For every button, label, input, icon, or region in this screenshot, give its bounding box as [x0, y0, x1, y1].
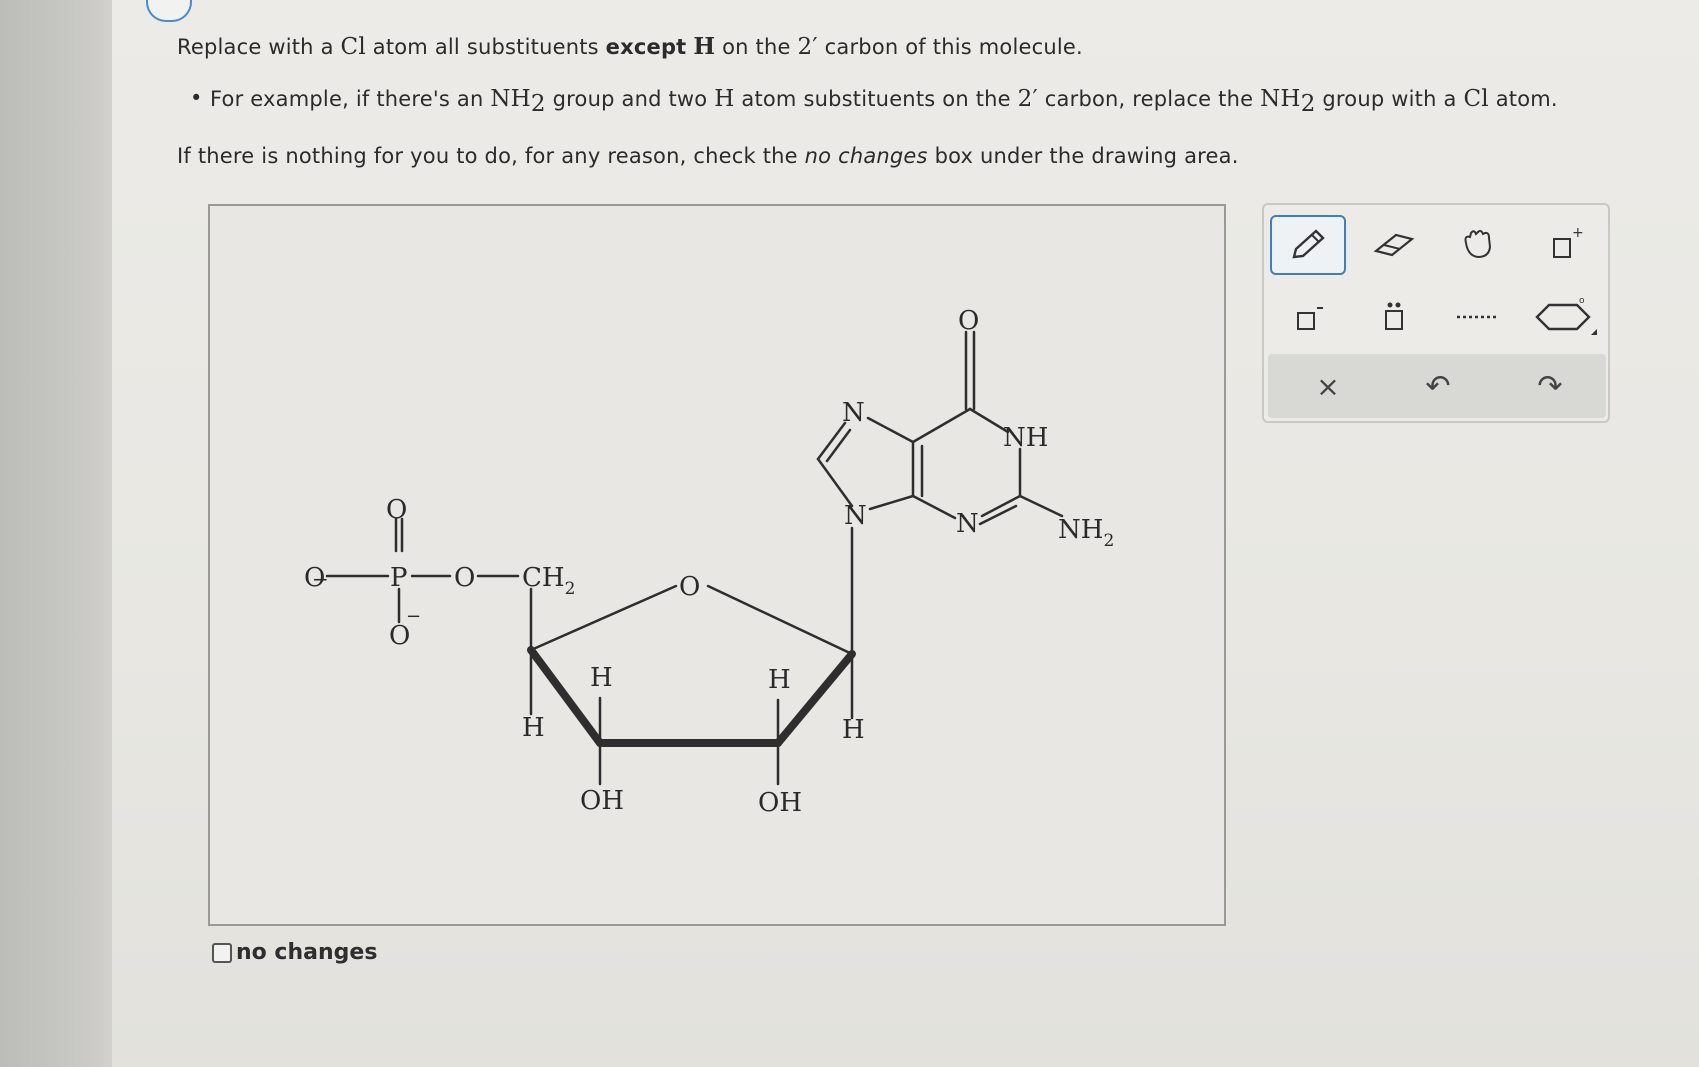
lone-pair-icon [1385, 302, 1403, 330]
ring-oxygen[interactable]: O [679, 572, 700, 602]
clear-button[interactable]: × [1290, 356, 1366, 416]
phosphate-oxygen-left[interactable]: O [304, 563, 325, 593]
charge-plus-button[interactable]: + [1526, 215, 1602, 275]
c3-hydroxyl[interactable]: OH [580, 786, 624, 816]
drawing-toolbar: + o × ↶ ↷ [1262, 203, 1610, 423]
charge-label: − [406, 606, 421, 627]
c1-hydrogen[interactable]: H [842, 715, 865, 745]
nh-group[interactable]: NH [1003, 423, 1048, 453]
c2-hydrogen[interactable]: H [768, 665, 791, 695]
pencil-icon [1292, 229, 1325, 259]
c2-hydroxyl[interactable]: OH [758, 788, 802, 818]
pencil-tool-button[interactable] [1270, 215, 1346, 275]
redo-icon: ↷ [1537, 368, 1563, 404]
radical-dots-icon [1457, 315, 1499, 319]
redo-button[interactable]: ↷ [1512, 356, 1588, 416]
c3-hydrogen[interactable]: H [590, 663, 613, 693]
instruction-line-3: If there is nothing for you to do, for a… [177, 144, 1239, 168]
phosphate-oxygen-double[interactable]: O [386, 495, 407, 525]
molecule-drawing[interactable]: O − O P O CH2 O − O H H H H OH OH O NH N… [210, 206, 1224, 924]
no-changes-checkbox[interactable]: no changes [212, 940, 377, 965]
undo-button[interactable]: ↶ [1400, 356, 1476, 416]
svg-text:o: o [1579, 296, 1585, 306]
amino-group[interactable]: NH2 [1058, 515, 1114, 551]
hand-icon [1464, 229, 1492, 259]
svg-text:+: + [1572, 225, 1584, 241]
phosphorus-atom[interactable]: P [390, 563, 408, 593]
close-icon: × [1316, 369, 1340, 403]
checkbox-box[interactable] [212, 942, 232, 963]
instruction-example-bullet: • For example, if there's an NH2 group a… [190, 86, 1558, 118]
left-margin [0, 0, 112, 1067]
undo-icon: ↶ [1425, 368, 1451, 404]
ring-template-button[interactable]: o [1526, 287, 1602, 347]
drawing-area[interactable]: O − O P O CH2 O − O H H H H OH OH O NH N… [208, 204, 1226, 926]
lone-pair-button[interactable] [1356, 287, 1432, 347]
n3-atom[interactable]: N [956, 509, 979, 539]
eraser-icon [1373, 233, 1415, 257]
no-changes-label: no changes [236, 940, 378, 965]
charge-plus-icon: + [1553, 225, 1584, 258]
c4-hydrogen[interactable]: H [522, 713, 545, 743]
action-bar: × ↶ ↷ [1268, 354, 1606, 418]
hand-tool-button[interactable] [1440, 215, 1516, 275]
charge-minus-button[interactable] [1270, 287, 1346, 347]
ring-template-icon: o [1535, 296, 1597, 335]
n9-atom[interactable]: N [844, 501, 867, 531]
eraser-tool-button[interactable] [1356, 215, 1432, 275]
carbonyl-oxygen[interactable]: O [958, 306, 979, 336]
charge-minus-icon [1297, 307, 1323, 330]
radical-dots-button[interactable] [1440, 287, 1516, 347]
n7-atom[interactable]: N [842, 398, 865, 428]
instruction-line-1: Replace with a Cl atom all substituents … [177, 33, 1083, 60]
bridge-oxygen[interactable]: O [454, 563, 475, 593]
